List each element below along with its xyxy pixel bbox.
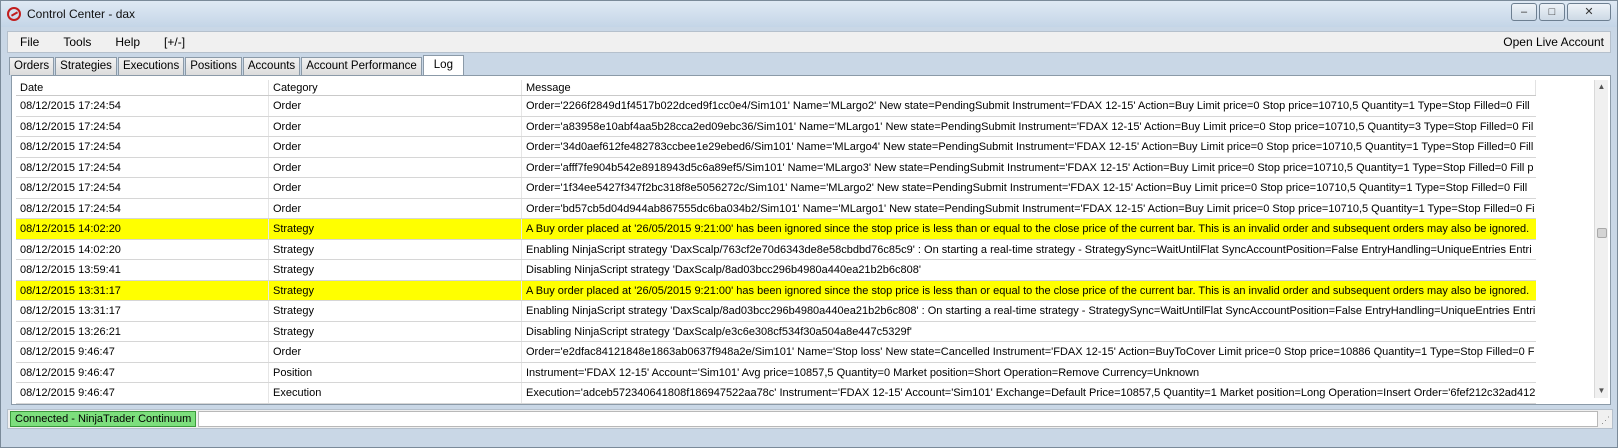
table-row[interactable]: 08/12/2015 17:24:54 Order Order='34d0aef61… — [16, 137, 1536, 158]
cell-category: Order — [269, 137, 522, 157]
scroll-down-arrow-icon[interactable]: ▼ — [1595, 384, 1608, 398]
status-message-area — [198, 411, 1598, 427]
scroll-up-arrow-icon[interactable]: ▲ — [1595, 80, 1608, 94]
cell-message: A Buy order placed at '26/05/2015 9:21:0… — [526, 223, 1530, 235]
status-bar: Connected - NinjaTrader Continuum ⋰ — [7, 409, 1613, 429]
log-rows: 08/12/2015 17:24:54 Order Order='2266f2849… — [16, 96, 1536, 404]
cell-message: Execution='adceb572340641808f186947522aa… — [526, 387, 1536, 399]
cell-date: 08/12/2015 17:24:54 — [16, 116, 269, 136]
table-row[interactable]: 08/12/2015 17:24:54 Order Order='2266f2849… — [16, 96, 1536, 117]
cell-date: 08/12/2015 17:24:54 — [16, 137, 269, 157]
cell-message: Order='a83958e10abf4aa5b28cca2ed09ebc36/… — [526, 120, 1534, 133]
cell-message: Order='bd57cb5d04d944ab867555dc6ba034b2/… — [526, 202, 1535, 215]
cell-message: Enabling NinjaScript strategy 'DaxScalp/… — [526, 305, 1536, 317]
tab-strategies[interactable]: Strategies — [55, 57, 117, 75]
connection-status-badge: Connected - NinjaTrader Continuum — [10, 411, 197, 427]
control-center-window: Control Center - dax – □ ✕ File Tools He… — [0, 0, 1618, 448]
table-row[interactable]: 08/12/2015 14:02:20 Strategy Enabling Ninj… — [16, 239, 1536, 260]
table-row[interactable]: 08/12/2015 17:24:54 Order Order='bd57cb5d0… — [16, 198, 1536, 219]
cell-date: 08/12/2015 17:24:54 — [16, 157, 269, 177]
tab-executions[interactable]: Executions — [117, 57, 185, 75]
table-row[interactable]: 08/12/2015 17:24:54 Order Order='a83958e10… — [16, 116, 1536, 137]
cell-message: Disabling NinjaScript strategy 'DaxScalp… — [526, 264, 921, 276]
table-row[interactable]: 08/12/2015 9:46:47 Position Instrument='FD… — [16, 362, 1536, 383]
cell-category: Order — [269, 116, 522, 136]
cell-message: Order='2266f2849d1f4517b022dced9f1cc0e4/… — [526, 100, 1530, 112]
tab-orders[interactable]: Orders — [9, 57, 55, 75]
cell-category: Order — [269, 198, 522, 218]
tab-strip: Orders Strategies Executions Positions A… — [9, 55, 465, 76]
table-row[interactable]: 08/12/2015 9:46:47 Order Order='e2dfac8412… — [16, 342, 1536, 363]
cell-message: Order='afff7fe904b542e8918943d5c6a89ef5/… — [526, 161, 1534, 174]
resize-grip-icon[interactable]: ⋰ — [1601, 415, 1610, 426]
window-controls: – □ ✕ — [1511, 3, 1611, 21]
cell-date: 08/12/2015 14:02:20 — [16, 219, 269, 239]
cell-date: 08/12/2015 14:02:20 — [16, 239, 269, 259]
cell-date: 08/12/2015 9:46:47 — [16, 362, 269, 382]
ninjatrader-logo-icon — [7, 7, 21, 21]
cell-date: 08/12/2015 13:31:17 — [16, 280, 269, 300]
menu-tools[interactable]: Tools — [51, 35, 103, 49]
cell-message: A Buy order placed at '26/05/2015 9:21:0… — [526, 284, 1530, 297]
column-header-date[interactable]: Date — [16, 80, 269, 95]
close-button[interactable]: ✕ — [1567, 3, 1611, 21]
table-row[interactable]: 08/12/2015 13:31:17 Strategy A Buy order p… — [16, 280, 1536, 301]
window-title: Control Center - dax — [27, 7, 136, 21]
cell-date: 08/12/2015 13:31:17 — [16, 301, 269, 321]
cell-message: Order='e2dfac84121848e1863ab0637f948a2e/… — [526, 346, 1535, 358]
table-row[interactable]: 08/12/2015 9:46:47 Execution Execution='ad… — [16, 383, 1536, 404]
cell-date: 08/12/2015 17:24:54 — [16, 178, 269, 198]
cell-category: Strategy — [269, 280, 522, 300]
table-row[interactable]: 08/12/2015 17:24:54 Order Order='1f34ee542… — [16, 178, 1536, 199]
cell-category: Order — [269, 178, 522, 198]
cell-date: 08/12/2015 17:24:54 — [16, 198, 269, 218]
tab-account-performance[interactable]: Account Performance — [301, 57, 422, 75]
table-row[interactable]: 08/12/2015 13:31:17 Strategy Enabling Ninj… — [16, 301, 1536, 322]
log-grid: Date Category Message 08/12/2015 17:24:5… — [11, 75, 1611, 405]
cell-date: 08/12/2015 9:46:47 — [16, 342, 269, 362]
cell-category: Strategy — [269, 219, 522, 239]
cell-date: 08/12/2015 17:24:54 — [16, 96, 269, 116]
maximize-button[interactable]: □ — [1539, 3, 1565, 21]
cell-date: 08/12/2015 9:46:47 — [16, 383, 269, 403]
table-row[interactable]: 08/12/2015 13:59:41 Strategy Disabling Nin… — [16, 260, 1536, 281]
column-header-category[interactable]: Category — [269, 80, 522, 95]
menu-help[interactable]: Help — [103, 35, 152, 49]
vertical-scrollbar[interactable]: ▲ ▼ — [1594, 80, 1608, 398]
menu-bar: File Tools Help [+/-] Open Live Account — [7, 31, 1611, 53]
table-row[interactable]: 08/12/2015 13:26:21 Strategy Disabling Nin… — [16, 321, 1536, 342]
cell-category: Position — [269, 362, 522, 382]
cell-message: Order='34d0aef612fe482783ccbee1e29ebed6/… — [526, 141, 1534, 153]
cell-message: Order='1f34ee5427f347f2bc318f8e5056272c/… — [526, 182, 1528, 194]
title-bar: Control Center - dax – □ ✕ — [1, 1, 1617, 27]
tab-positions[interactable]: Positions — [185, 57, 242, 75]
tab-accounts[interactable]: Accounts — [242, 57, 301, 75]
cell-category: Strategy — [269, 260, 522, 280]
table-row[interactable]: 08/12/2015 14:02:20 Strategy A Buy order p… — [16, 219, 1536, 240]
scroll-thumb[interactable] — [1597, 228, 1607, 238]
open-live-account-link[interactable]: Open Live Account — [1503, 35, 1610, 49]
tab-log[interactable]: Log — [422, 55, 464, 76]
cell-category: Order — [269, 342, 522, 362]
cell-date: 08/12/2015 13:59:41 — [16, 260, 269, 280]
cell-category: Strategy — [269, 301, 522, 321]
cell-category: Order — [269, 157, 522, 177]
table-row[interactable]: 08/12/2015 17:24:54 Order Order='afff7fe90… — [16, 157, 1536, 178]
cell-category: Order — [269, 96, 522, 116]
cell-category: Execution — [269, 383, 522, 403]
menu-expand-toggle[interactable]: [+/-] — [152, 35, 197, 49]
menu-file[interactable]: File — [8, 35, 51, 49]
cell-message: Disabling NinjaScript strategy 'DaxScalp… — [526, 325, 912, 338]
cell-category: Strategy — [269, 321, 522, 341]
cell-date: 08/12/2015 13:26:21 — [16, 321, 269, 341]
minimize-button[interactable]: – — [1511, 3, 1537, 21]
column-header-message[interactable]: Message — [522, 80, 1536, 95]
log-grid-header: Date Category Message — [16, 80, 1536, 96]
cell-category: Strategy — [269, 239, 522, 259]
cell-message: Enabling NinjaScript strategy 'DaxScalp/… — [526, 243, 1532, 256]
cell-message: Instrument='FDAX 12-15' Account='Sim101'… — [526, 366, 1200, 379]
